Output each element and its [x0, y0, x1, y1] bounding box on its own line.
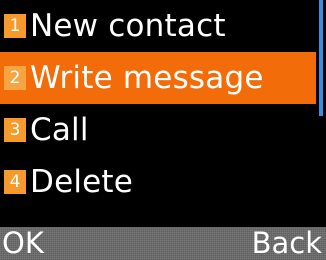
number-badge: 3 — [4, 118, 26, 142]
options-menu: 1 New contact 2 Write message 3 Call 4 D… — [0, 0, 316, 208]
number-badge: 4 — [4, 170, 26, 194]
menu-item-label: New contact — [30, 8, 226, 44]
ok-softkey[interactable]: OK — [2, 227, 44, 260]
menu-item-label: Delete — [30, 164, 134, 200]
menu-item-new-contact[interactable]: 1 New contact — [0, 0, 316, 52]
phone-screen: 1 New contact 2 Write message 3 Call 4 D… — [0, 0, 326, 260]
number-badge: 1 — [4, 14, 26, 38]
number-badge: 2 — [4, 66, 26, 90]
menu-item-delete[interactable]: 4 Delete — [0, 156, 316, 208]
menu-item-label: Call — [30, 112, 89, 148]
menu-item-call[interactable]: 3 Call — [0, 104, 316, 156]
softkey-bar: OK Back — [0, 227, 326, 260]
menu-item-label: Write message — [30, 60, 264, 96]
menu-scrollbar[interactable] — [318, 0, 326, 227]
back-softkey[interactable]: Back — [252, 227, 322, 260]
menu-item-write-message[interactable]: 2 Write message — [0, 52, 316, 104]
scrollbar-thumb[interactable] — [319, 0, 323, 116]
